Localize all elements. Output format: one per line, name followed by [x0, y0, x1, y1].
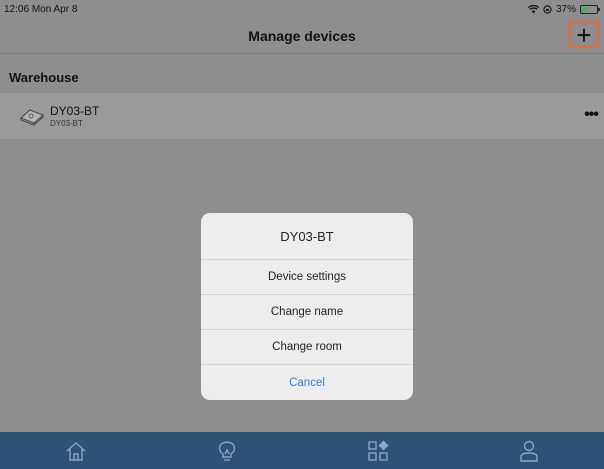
page-title: Manage devices [248, 27, 356, 44]
change-room-option[interactable]: Change room [201, 330, 413, 365]
status-left: 12:06 Mon Apr 8 [4, 4, 77, 15]
device-name: DY03-BT [50, 104, 100, 118]
tab-profile[interactable] [509, 432, 549, 469]
more-options-button[interactable]: ••• [584, 106, 599, 124]
device-row[interactable]: DY03-BT DY03-BT ••• [0, 93, 604, 139]
battery-level [582, 6, 588, 12]
rotation-lock-icon [543, 4, 552, 14]
device-settings-option[interactable]: Device settings [201, 260, 413, 295]
device-subtitle: DY03-BT [50, 119, 83, 128]
nav-bar: Manage devices + [0, 18, 604, 54]
profile-icon [519, 440, 538, 462]
battery-percent: 37% [555, 3, 576, 15]
wifi-icon [527, 4, 539, 13]
status-right: 37% [527, 3, 600, 15]
device-action-sheet: DY03-BT Device settings Change name Chan… [201, 213, 413, 400]
status-time: 12:06 [4, 3, 30, 15]
scenes-grid-icon [367, 440, 388, 461]
device-icon [20, 109, 44, 126]
dialog-title: DY03-BT [201, 213, 413, 260]
change-name-option[interactable]: Change name [201, 295, 413, 330]
tab-scenes[interactable] [358, 432, 398, 469]
tab-bar [0, 432, 604, 469]
lightbulb-icon [218, 441, 235, 461]
room-section-title: Warehouse [9, 70, 79, 85]
add-device-button[interactable]: + [569, 21, 599, 48]
plus-icon: + [576, 19, 592, 50]
tab-lights[interactable] [207, 432, 247, 469]
status-bar: 12:06 Mon Apr 8 37% [0, 0, 604, 18]
battery-icon [580, 4, 600, 14]
device-text: DY03-BT DY03-BT [50, 104, 99, 128]
status-date: Mon Apr 8 [31, 3, 78, 15]
tab-home[interactable] [56, 432, 96, 469]
cancel-button[interactable]: Cancel [201, 365, 413, 400]
home-icon [66, 441, 85, 461]
